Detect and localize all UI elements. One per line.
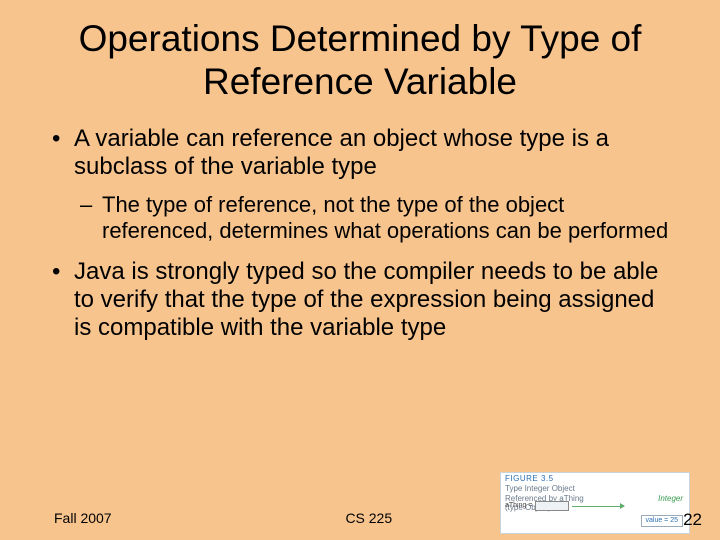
slide-body: A variable can reference an object whose… — [48, 125, 672, 342]
bullet-item: Java is strongly typed so the compiler n… — [48, 258, 672, 343]
figure-label: FIGURE 3.5 — [505, 475, 685, 484]
sub-bullet-list: The type of reference, not the type of t… — [74, 192, 672, 244]
figure-arrow-icon — [572, 506, 624, 507]
bullet-item: A variable can reference an object whose… — [48, 125, 672, 244]
figure-var-label: aThing = — [505, 502, 532, 510]
slide-footer: Fall 2007 CS 225 — [0, 510, 720, 526]
figure-class-label: Integer — [658, 495, 683, 504]
sub-bullet-item: The type of reference, not the type of t… — [74, 192, 672, 244]
slide-title: Operations Determined by Type of Referen… — [48, 18, 672, 103]
footer-center: CS 225 — [72, 510, 666, 526]
sub-bullet-text: The type of reference, not the type of t… — [102, 192, 668, 243]
slide: Operations Determined by Type of Referen… — [0, 0, 720, 540]
bullet-text: Java is strongly typed so the compiler n… — [74, 258, 658, 342]
bullet-list: A variable can reference an object whose… — [48, 125, 672, 342]
bullet-text: A variable can reference an object whose… — [74, 125, 609, 180]
figure-title-line: Type Integer Object — [505, 485, 685, 494]
page-number: 22 — [683, 510, 702, 530]
